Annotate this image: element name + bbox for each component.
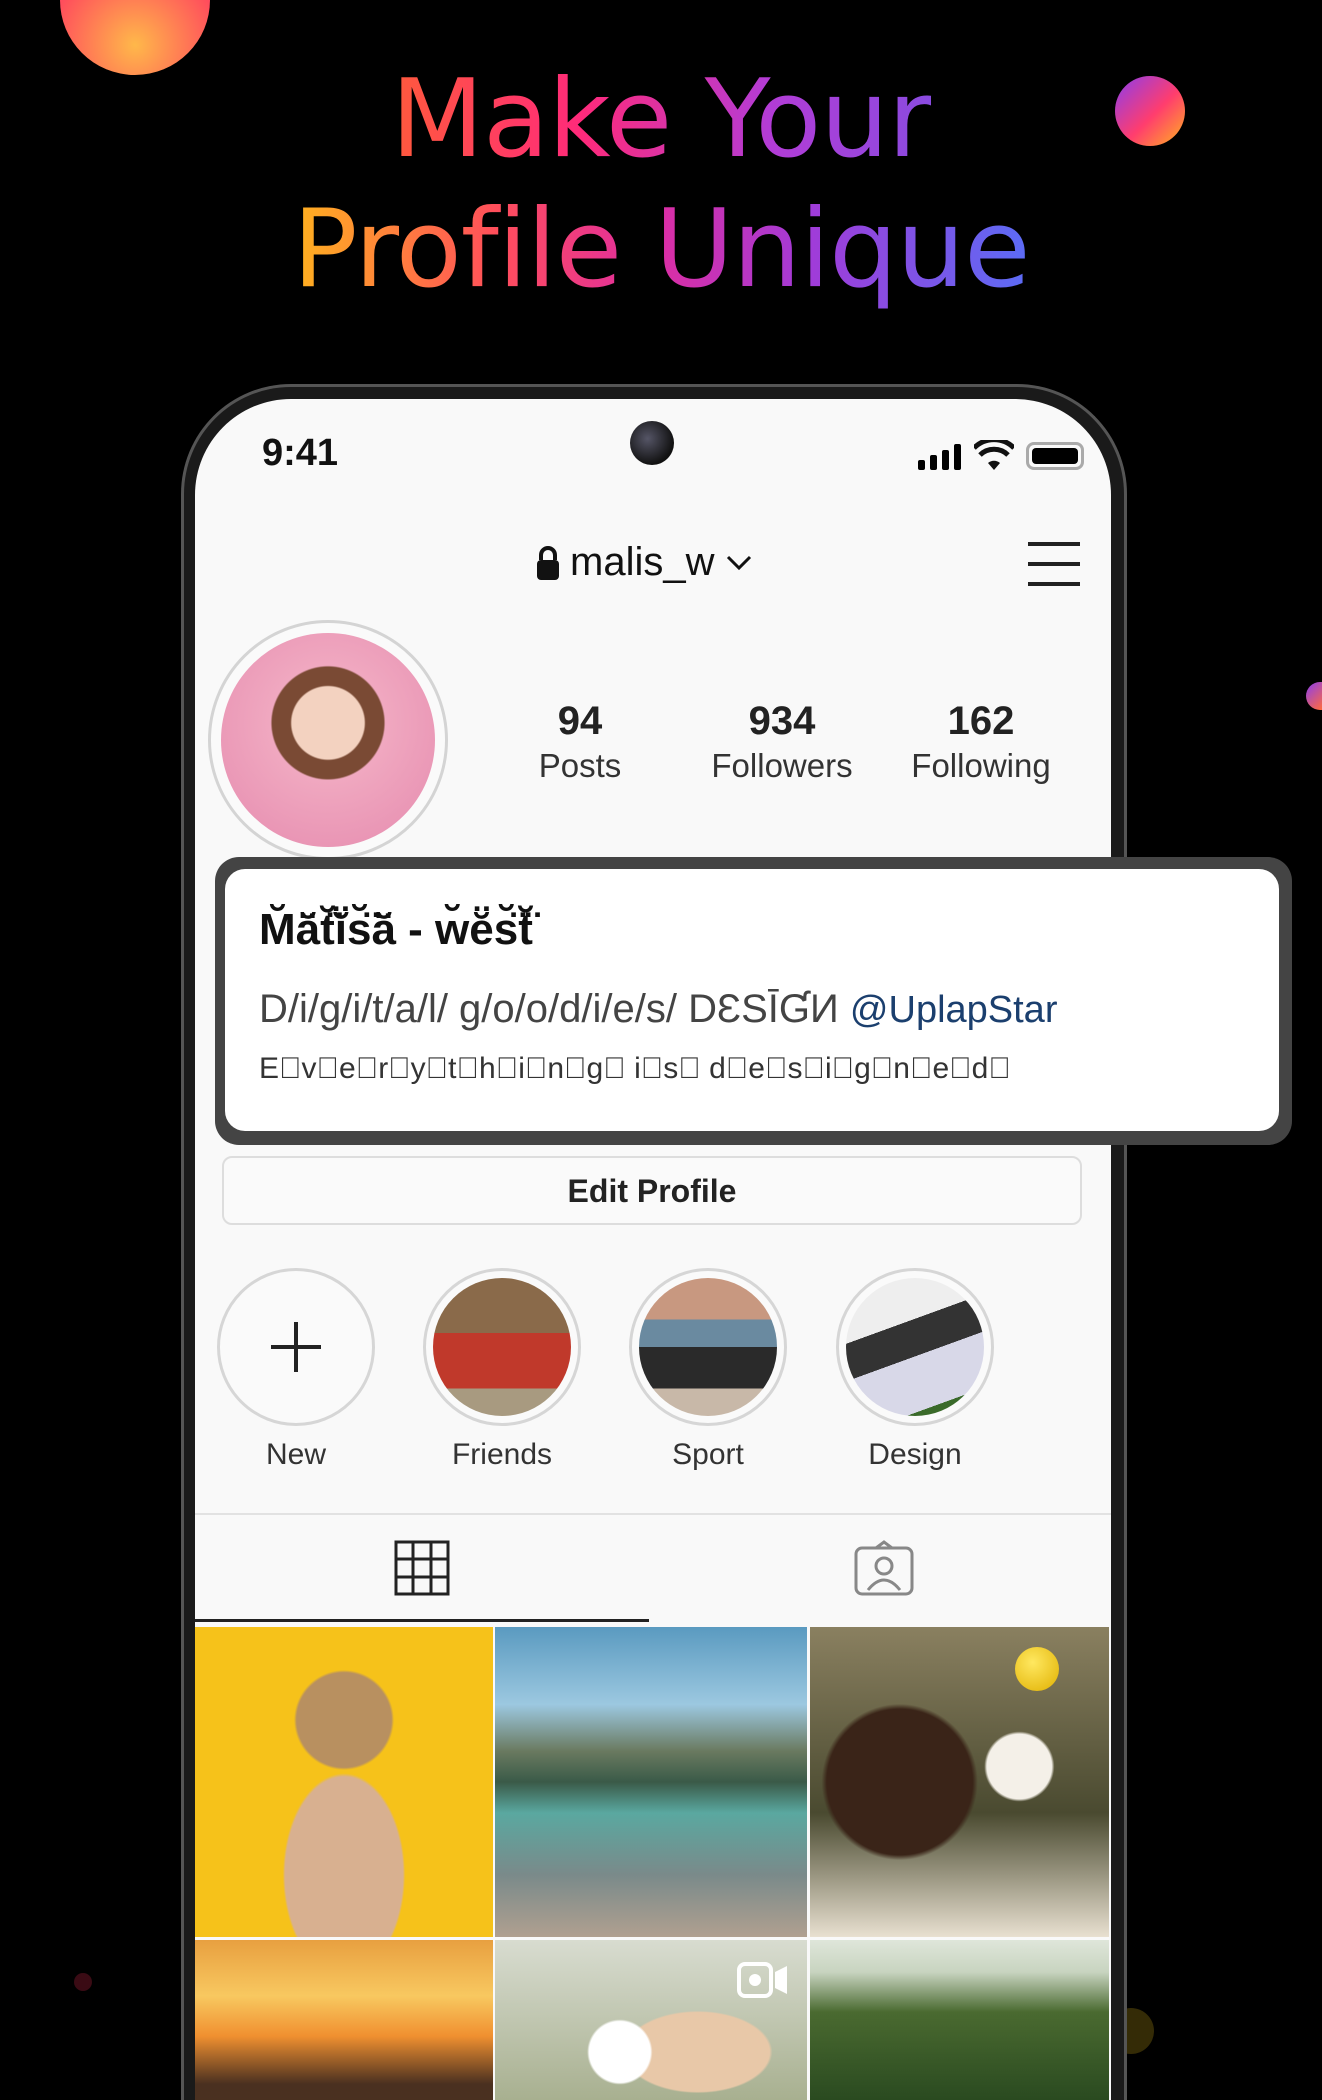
decorative-orb [74,1973,92,1991]
hamburger-icon [1028,542,1080,586]
post-thumbnail[interactable] [810,1940,1109,2100]
highlight-label: Friends [451,1438,553,1471]
highlight-new[interactable] [217,1268,375,1426]
post-thumbnail[interactable] [195,1627,493,1937]
stat-label: Following [911,747,1051,784]
stat-followers[interactable]: 934 Followers [682,698,882,788]
headline-line-1: Make Your [390,57,932,182]
camera-icon [630,421,674,465]
signal-icon [918,444,964,470]
decorative-orb [1306,682,1322,710]
video-icon [737,1962,787,1998]
username: malis_w [570,540,715,584]
highlight-sport[interactable] [629,1268,787,1426]
post-thumbnail[interactable] [495,1627,807,1937]
stat-label: Posts [538,747,622,784]
headline-line-2: Profile Unique [292,187,1030,312]
bio-card: M̆ă̈t̆̈ĭ̈s̆̈ă̈ - w̆ĕ̈s̆̈t̆̈ D/i/g/i/t/a/… [225,869,1279,1131]
plus-icon [271,1322,321,1372]
decorative-orb [1015,1647,1059,1691]
highlight-friends[interactable] [423,1268,581,1426]
bio-text: D/i/g/i/t/a/l/ g/o/o/d/i/e/s/ DƐSĪƓИ [259,987,839,1031]
bio-line-1: D/i/g/i/t/a/l/ g/o/o/d/i/e/s/ DƐSĪƓИ @Up… [259,985,1249,1034]
post-thumbnail[interactable] [195,1940,493,2100]
lock-icon [537,545,559,580]
edit-profile-button[interactable]: Edit Profile [222,1156,1082,1225]
stat-value: 94 [557,699,603,743]
wifi-icon [972,437,1016,470]
status-time: 9:41 [262,432,339,474]
mention-link[interactable]: @UplapStar [850,989,1058,1031]
tab-grid[interactable] [195,1516,649,1620]
stat-value: 934 [748,699,816,743]
battery-icon [1026,442,1084,470]
username-switcher[interactable]: malis_w [536,540,754,585]
post-thumbnail[interactable] [810,1627,1109,1937]
chevron-down-icon [727,555,752,570]
stat-label: Followers [711,747,853,784]
tab-tagged[interactable] [657,1516,1111,1620]
grid-icon [394,1540,450,1596]
tab-active-indicator [195,1619,649,1622]
highlight-label: Design [868,1438,962,1471]
divider [195,1513,1111,1515]
tagged-person-icon [854,1540,914,1596]
hamburger-menu-button[interactable] [1028,542,1080,586]
post-thumbnail[interactable] [495,1940,807,2100]
bio-line-2: E⃠v⃠e⃠r⃠y⃠t⃠h⃠i⃠n⃠g⃠ i⃠s⃠ d⃠e⃠s⃠i⃠g⃠n⃠e⃠… [259,1052,1011,1085]
highlight-label: Sport [672,1438,744,1471]
display-name: M̆ă̈t̆̈ĭ̈s̆̈ă̈ - w̆ĕ̈s̆̈t̆̈ [259,905,533,954]
stat-value: 162 [947,699,1015,743]
highlight-design[interactable] [836,1268,994,1426]
highlight-label: New [265,1438,326,1471]
stat-posts[interactable]: 94 Posts [480,698,680,788]
stat-following[interactable]: 162 Following [881,698,1081,788]
profile-avatar[interactable] [208,620,448,860]
